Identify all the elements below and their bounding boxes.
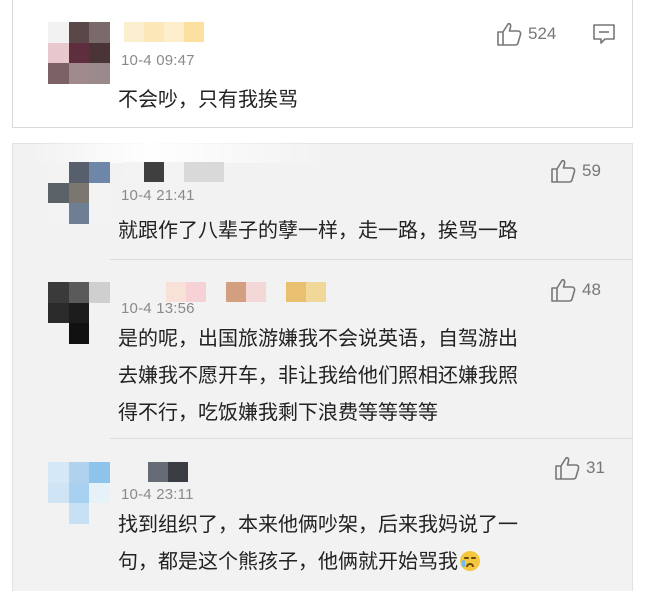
name-pixel: [124, 162, 144, 182]
name-pixel: [164, 22, 184, 42]
thumbs-up-icon: [551, 278, 576, 302]
like-button[interactable]: 524: [496, 22, 556, 46]
name-pixel: [266, 282, 286, 302]
avatar-pixel: [68, 203, 90, 224]
name-pixel: [144, 22, 164, 42]
comment-line-text: 句，都是这个熊孩子，他俩就开始骂我: [118, 551, 458, 573]
comment-text: 不会吵，只有我挨骂: [118, 82, 298, 119]
comment-text: 就跟作了八辈子的孽一样，走一路，挨骂一路: [118, 213, 518, 250]
avatar-pixel: [68, 482, 90, 504]
comment-line: 就跟作了八辈子的孽一样，走一路，挨骂一路: [118, 220, 518, 242]
comment-timestamp: 10-4 21:41: [121, 187, 195, 204]
comment-line: 找到组织了，本来他俩吵架，后来我妈说了一: [118, 514, 518, 536]
avatar[interactable]: [48, 282, 110, 344]
like-button[interactable]: 48: [550, 278, 601, 302]
avatar-pixel: [89, 42, 110, 64]
comment-timestamp: 10-4 13:56: [121, 300, 195, 317]
avatar-pixel: [68, 282, 90, 303]
like-button[interactable]: 31: [554, 456, 605, 480]
comment-timestamp: 10-4 09:47: [121, 52, 195, 69]
divider: [110, 259, 633, 260]
avatar-pixel: [48, 203, 69, 224]
avatar-pixel: [89, 63, 110, 84]
avatar-pixel: [48, 182, 69, 204]
username-blurred[interactable]: [166, 282, 326, 302]
avatar-pixel: [48, 462, 69, 483]
like-count: 48: [582, 280, 601, 299]
name-pixel: [246, 282, 266, 302]
thumbs-up-icon: [497, 22, 522, 46]
name-pixel: [164, 162, 184, 182]
avatar-pixel: [68, 22, 90, 43]
name-pixel: [206, 282, 226, 302]
name-pixel: [286, 282, 306, 302]
avatar-pixel: [68, 302, 90, 324]
username-blurred[interactable]: [124, 162, 224, 182]
avatar-pixel: [48, 63, 69, 84]
avatar[interactable]: [48, 162, 110, 224]
avatar-pixel: [68, 63, 90, 84]
avatar-pixel: [89, 323, 110, 344]
username-blurred[interactable]: [124, 22, 204, 42]
name-pixel: [184, 162, 204, 182]
avatar-pixel: [89, 162, 110, 183]
avatar-pixel: [68, 162, 90, 183]
avatar-pixel: [89, 182, 110, 204]
name-pixel: [184, 22, 204, 42]
avatar-pixel: [48, 42, 69, 64]
thumbs-up-icon: [551, 159, 576, 183]
comment-icon[interactable]: [592, 23, 616, 50]
avatar-pixel: [48, 22, 69, 43]
name-pixel: [144, 162, 164, 182]
comment-timestamp: 10-4 23:11: [121, 486, 194, 503]
name-pixel: [226, 282, 246, 302]
like-button[interactable]: 59: [550, 159, 601, 183]
avatar-pixel: [89, 482, 110, 504]
name-pixel: [148, 462, 168, 482]
avatar-pixel: [89, 462, 110, 483]
avatar-pixel: [89, 22, 110, 43]
avatar-pixel: [48, 482, 69, 504]
name-pixel: [306, 282, 326, 302]
name-pixel: [204, 162, 224, 182]
name-pixel: [124, 22, 144, 42]
like-count: 31: [586, 458, 605, 477]
avatar-pixel: [48, 162, 69, 183]
avatar-pixel: [89, 203, 110, 224]
name-pixel: [186, 282, 206, 302]
avatar-pixel: [48, 323, 69, 344]
avatar[interactable]: [48, 462, 110, 524]
avatar-pixel: [68, 182, 90, 204]
comment-line: 得不行，吃饭嫌我剩下浪费等等等等: [118, 402, 438, 424]
avatar-pixel: [68, 462, 90, 483]
username-blurred[interactable]: [148, 462, 228, 482]
like-count: 59: [582, 161, 601, 180]
screen-glare: [30, 143, 330, 163]
name-pixel: [166, 282, 186, 302]
name-pixel: [168, 462, 188, 482]
avatar-pixel: [68, 503, 90, 524]
divider: [110, 438, 633, 439]
name-pixel: [188, 462, 208, 482]
avatar-pixel: [68, 42, 90, 64]
avatar-pixel: [48, 282, 69, 303]
comment-line: 去嫌我不愿开车，非让我给他们照相还嫌我照: [118, 365, 518, 387]
comment-line: 不会吵，只有我挨骂: [118, 89, 298, 111]
avatar-pixel: [89, 282, 110, 303]
avatar-pixel: [48, 302, 69, 324]
thumbs-up-icon: [555, 456, 580, 480]
comment-text: 找到组织了，本来他俩吵架，后来我妈说了一 句，都是这个熊孩子，他俩就开始骂我: [118, 507, 518, 581]
avatar-pixel: [89, 503, 110, 524]
avatar-pixel: [89, 302, 110, 324]
like-count: 524: [528, 24, 557, 43]
name-pixel: [208, 462, 228, 482]
comment-line: 句，都是这个熊孩子，他俩就开始骂我: [118, 544, 518, 581]
comment-text: 是的呢，出国旅游嫌我不会说英语，自驾游出 去嫌我不愿开车，非让我给他们照相还嫌我…: [118, 321, 518, 432]
avatar-pixel: [48, 503, 69, 524]
comment-line: 是的呢，出国旅游嫌我不会说英语，自驾游出: [118, 328, 518, 350]
avatar[interactable]: [48, 22, 110, 84]
avatar-pixel: [68, 323, 90, 344]
crying-face-icon: [460, 551, 480, 571]
